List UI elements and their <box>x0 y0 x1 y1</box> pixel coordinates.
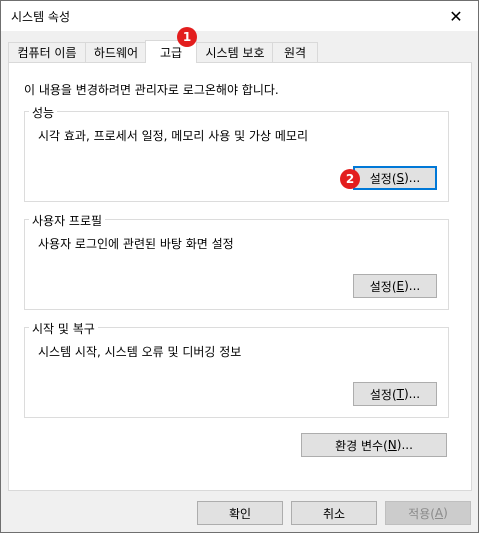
window-title: 시스템 속성 <box>11 10 71 24</box>
tab-hardware[interactable]: 하드웨어 <box>85 42 147 62</box>
performance-settings-button[interactable]: 설정(S)... <box>353 166 437 190</box>
startup-recovery-label: 시작 및 복구 <box>29 320 98 337</box>
step-marker-2: 2 <box>340 169 360 189</box>
step-marker-1: 1 <box>177 27 197 47</box>
performance-label: 성능 <box>29 104 58 121</box>
cancel-button[interactable]: 취소 <box>291 501 377 525</box>
user-profiles-label: 사용자 프로필 <box>29 212 106 229</box>
title-bar: 시스템 속성 ✕ <box>1 1 478 31</box>
startup-recovery-group: 시작 및 복구 시스템 시작, 시스템 오류 및 디버깅 정보 설정(T)... <box>24 320 449 418</box>
ok-button[interactable]: 확인 <box>197 501 283 525</box>
apply-button[interactable]: 적용(A) <box>385 501 471 525</box>
startup-recovery-description: 시스템 시작, 시스템 오류 및 디버깅 정보 <box>38 345 242 359</box>
performance-group: 성능 시각 효과, 프로세서 일정, 메모리 사용 및 가상 메모리 설정(S)… <box>24 104 449 202</box>
system-properties-window: 시스템 속성 ✕ 컴퓨터 이름 하드웨어 고급 시스템 보호 원격 이 내용을 … <box>0 0 479 533</box>
user-profiles-group: 사용자 프로필 사용자 로그인에 관련된 바탕 화면 설정 설정(E)... <box>24 212 449 310</box>
user-profiles-description: 사용자 로그인에 관련된 바탕 화면 설정 <box>38 237 234 251</box>
user-profiles-settings-button[interactable]: 설정(E)... <box>353 274 437 298</box>
admin-notice: 이 내용을 변경하려면 관리자로 로그온해야 합니다. <box>24 83 279 97</box>
environment-variables-button[interactable]: 환경 변수(N)... <box>301 433 447 457</box>
tab-remote[interactable]: 원격 <box>272 42 318 62</box>
tab-computer-name[interactable]: 컴퓨터 이름 <box>8 42 86 62</box>
startup-recovery-settings-button[interactable]: 설정(T)... <box>353 382 437 406</box>
tab-system-protection[interactable]: 시스템 보호 <box>196 42 274 62</box>
performance-description: 시각 효과, 프로세서 일정, 메모리 사용 및 가상 메모리 <box>38 129 308 143</box>
close-icon[interactable]: ✕ <box>434 1 478 31</box>
